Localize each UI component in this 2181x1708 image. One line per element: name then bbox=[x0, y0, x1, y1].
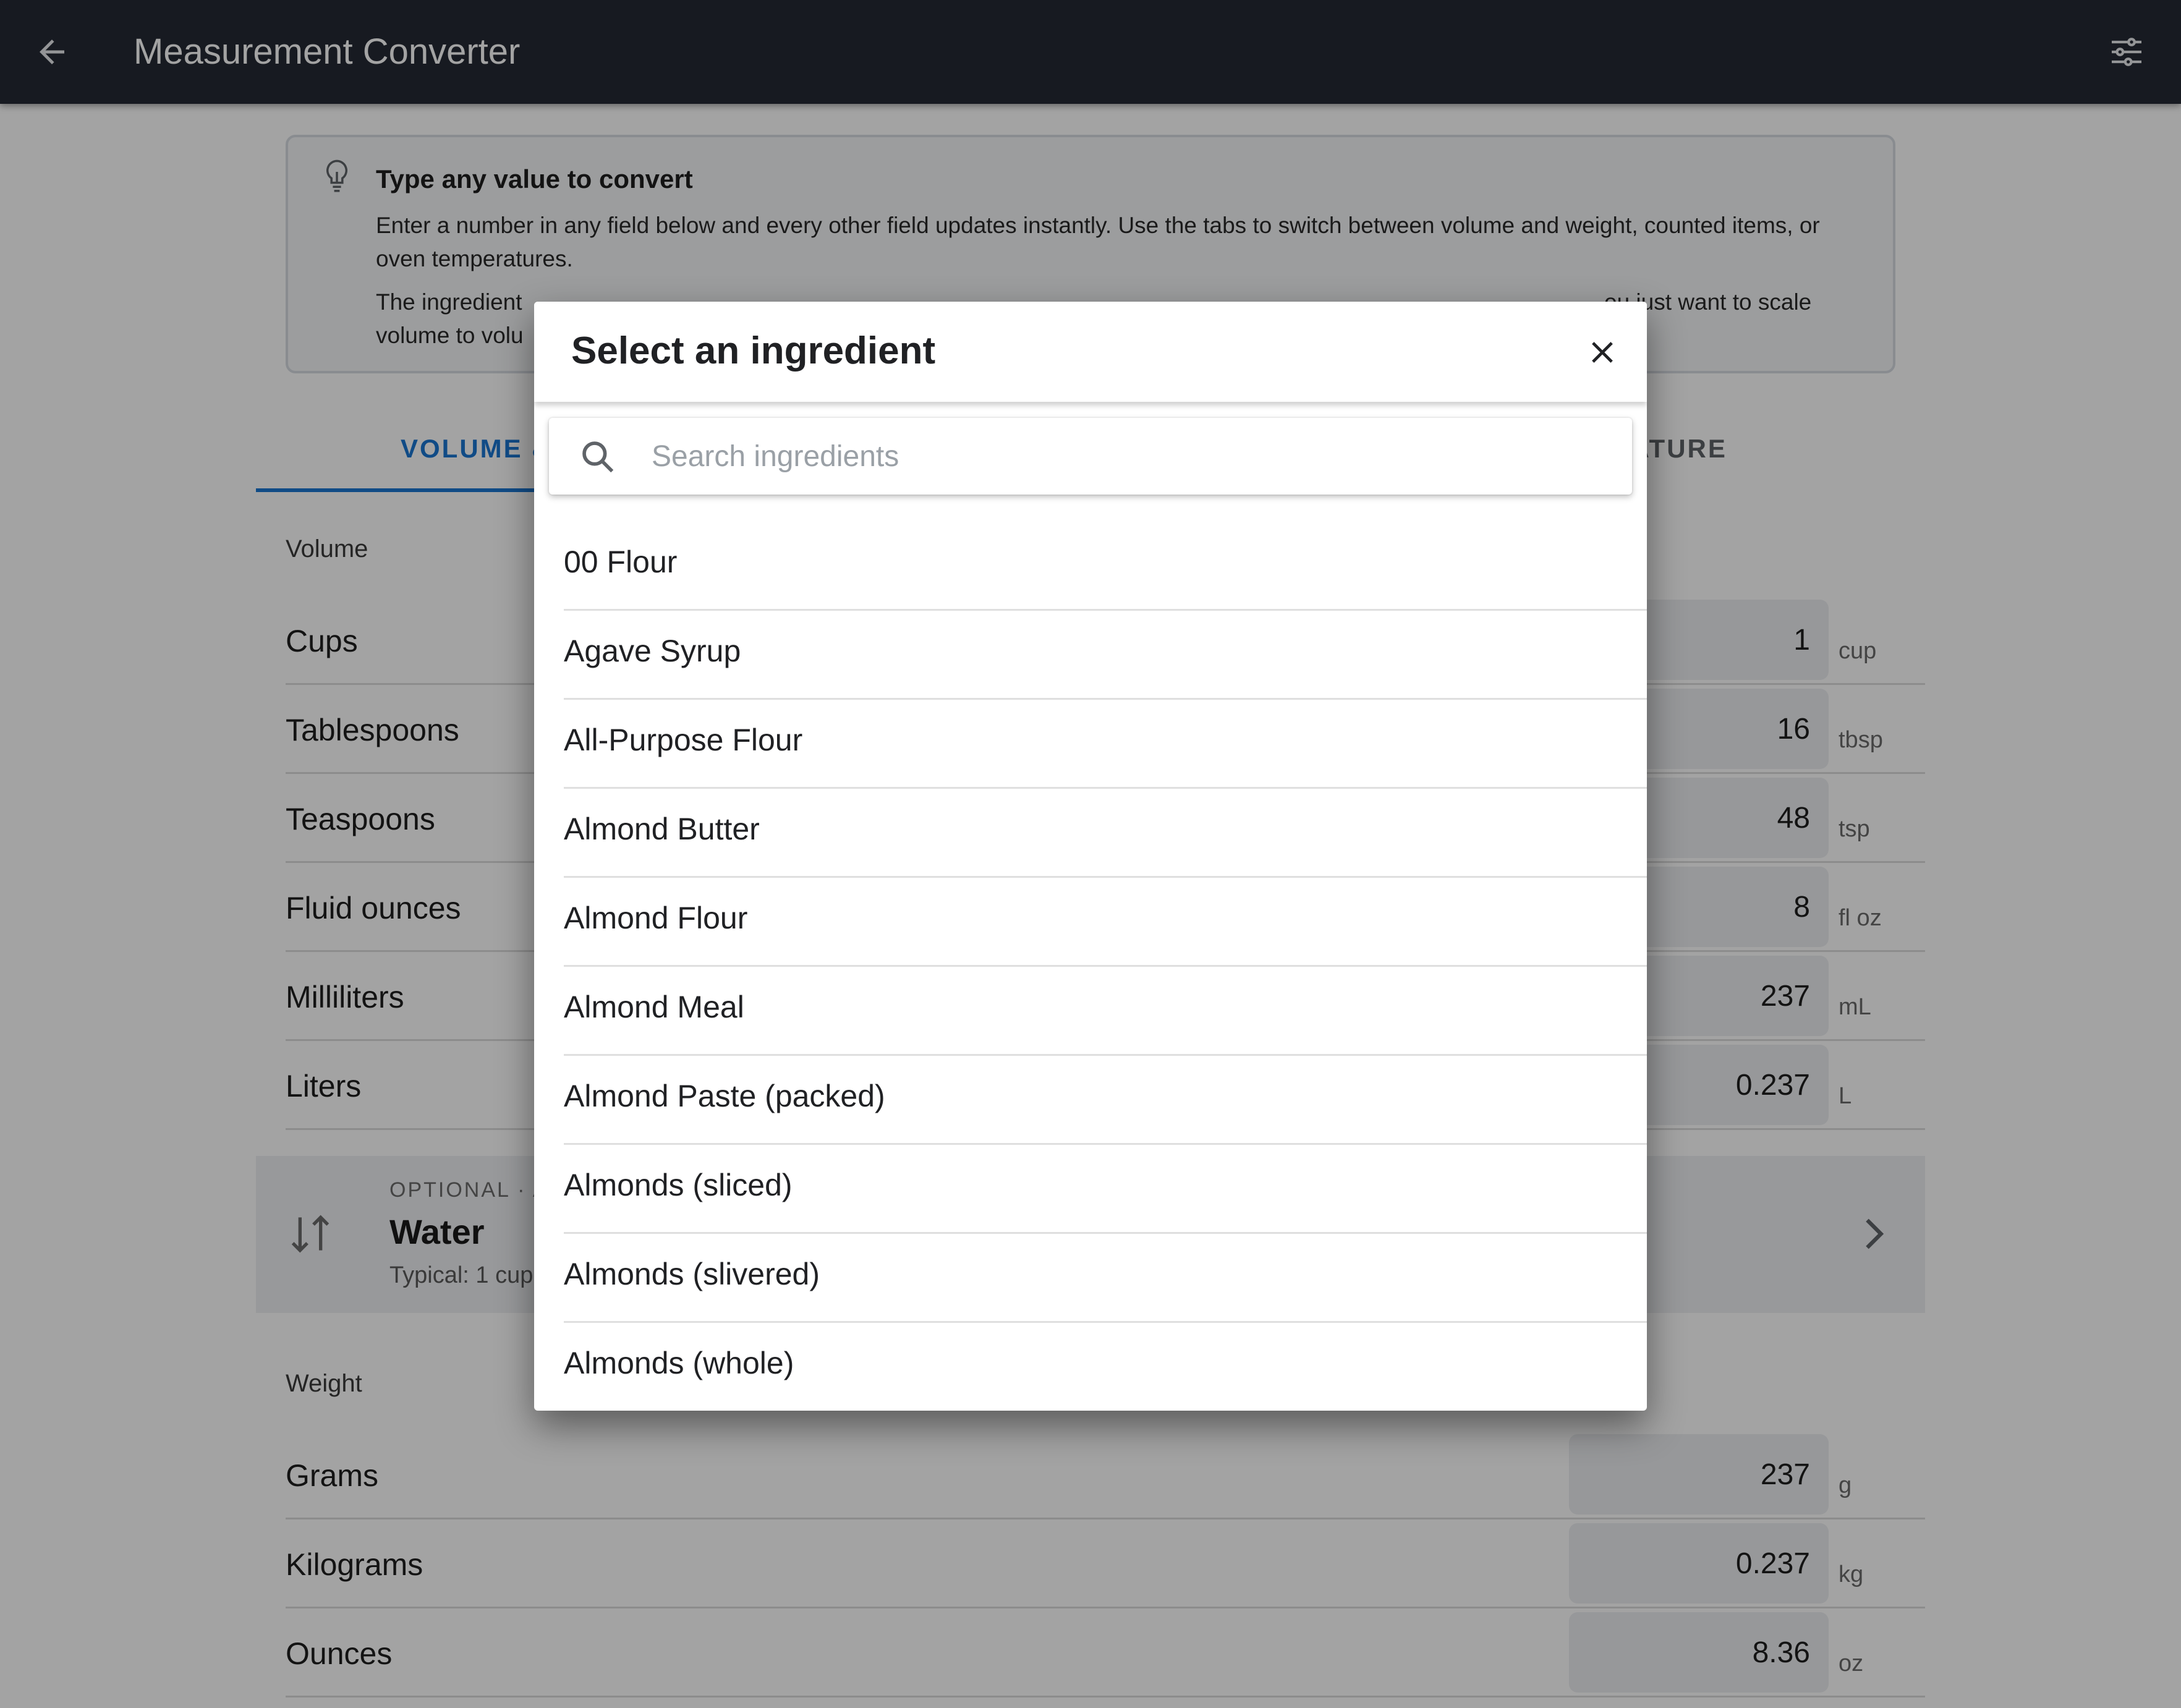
list-item-label: Almond Meal bbox=[564, 990, 744, 1024]
list-item[interactable]: Almond Flour bbox=[564, 878, 1647, 967]
list-item[interactable]: Almond Meal bbox=[564, 967, 1647, 1056]
list-item[interactable]: Almond Butter bbox=[564, 789, 1647, 878]
list-item[interactable]: Almonds (sliced) bbox=[564, 1145, 1647, 1234]
list-item[interactable]: Almond Paste (packed) bbox=[564, 1056, 1647, 1145]
list-item[interactable]: All-Purpose Flour bbox=[564, 700, 1647, 789]
search-icon bbox=[579, 438, 617, 476]
list-item-label: All-Purpose Flour bbox=[564, 723, 803, 757]
dialog-title: Select an ingredient bbox=[571, 329, 936, 372]
search-input[interactable] bbox=[652, 430, 1616, 482]
list-item-label: Almond Butter bbox=[564, 812, 760, 846]
list-item-label: 00 Flour bbox=[564, 545, 678, 579]
list-item[interactable]: 00 Flour bbox=[564, 522, 1647, 611]
list-item-label: Almonds (slivered) bbox=[564, 1257, 820, 1291]
list-item[interactable]: Almonds (slivered) bbox=[564, 1234, 1647, 1323]
search-box bbox=[549, 418, 1632, 495]
list-item-label: Almonds (whole) bbox=[564, 1346, 794, 1380]
dialog-header: Select an ingredient bbox=[534, 302, 1647, 402]
list-item[interactable]: Almonds (whole) bbox=[564, 1323, 1647, 1411]
list-item-label: Almond Flour bbox=[564, 901, 748, 935]
list-item-label: Almond Paste (packed) bbox=[564, 1079, 885, 1113]
close-icon[interactable] bbox=[1580, 330, 1625, 375]
list-item-label: Agave Syrup bbox=[564, 634, 741, 668]
ingredient-list: 00 Flour Agave Syrup All-Purpose Flour A… bbox=[534, 522, 1647, 1411]
list-item[interactable]: Agave Syrup bbox=[564, 611, 1647, 700]
ingredient-dialog: Select an ingredient 00 Flour Agave Syru… bbox=[534, 302, 1647, 1411]
list-item-label: Almonds (sliced) bbox=[564, 1168, 793, 1202]
